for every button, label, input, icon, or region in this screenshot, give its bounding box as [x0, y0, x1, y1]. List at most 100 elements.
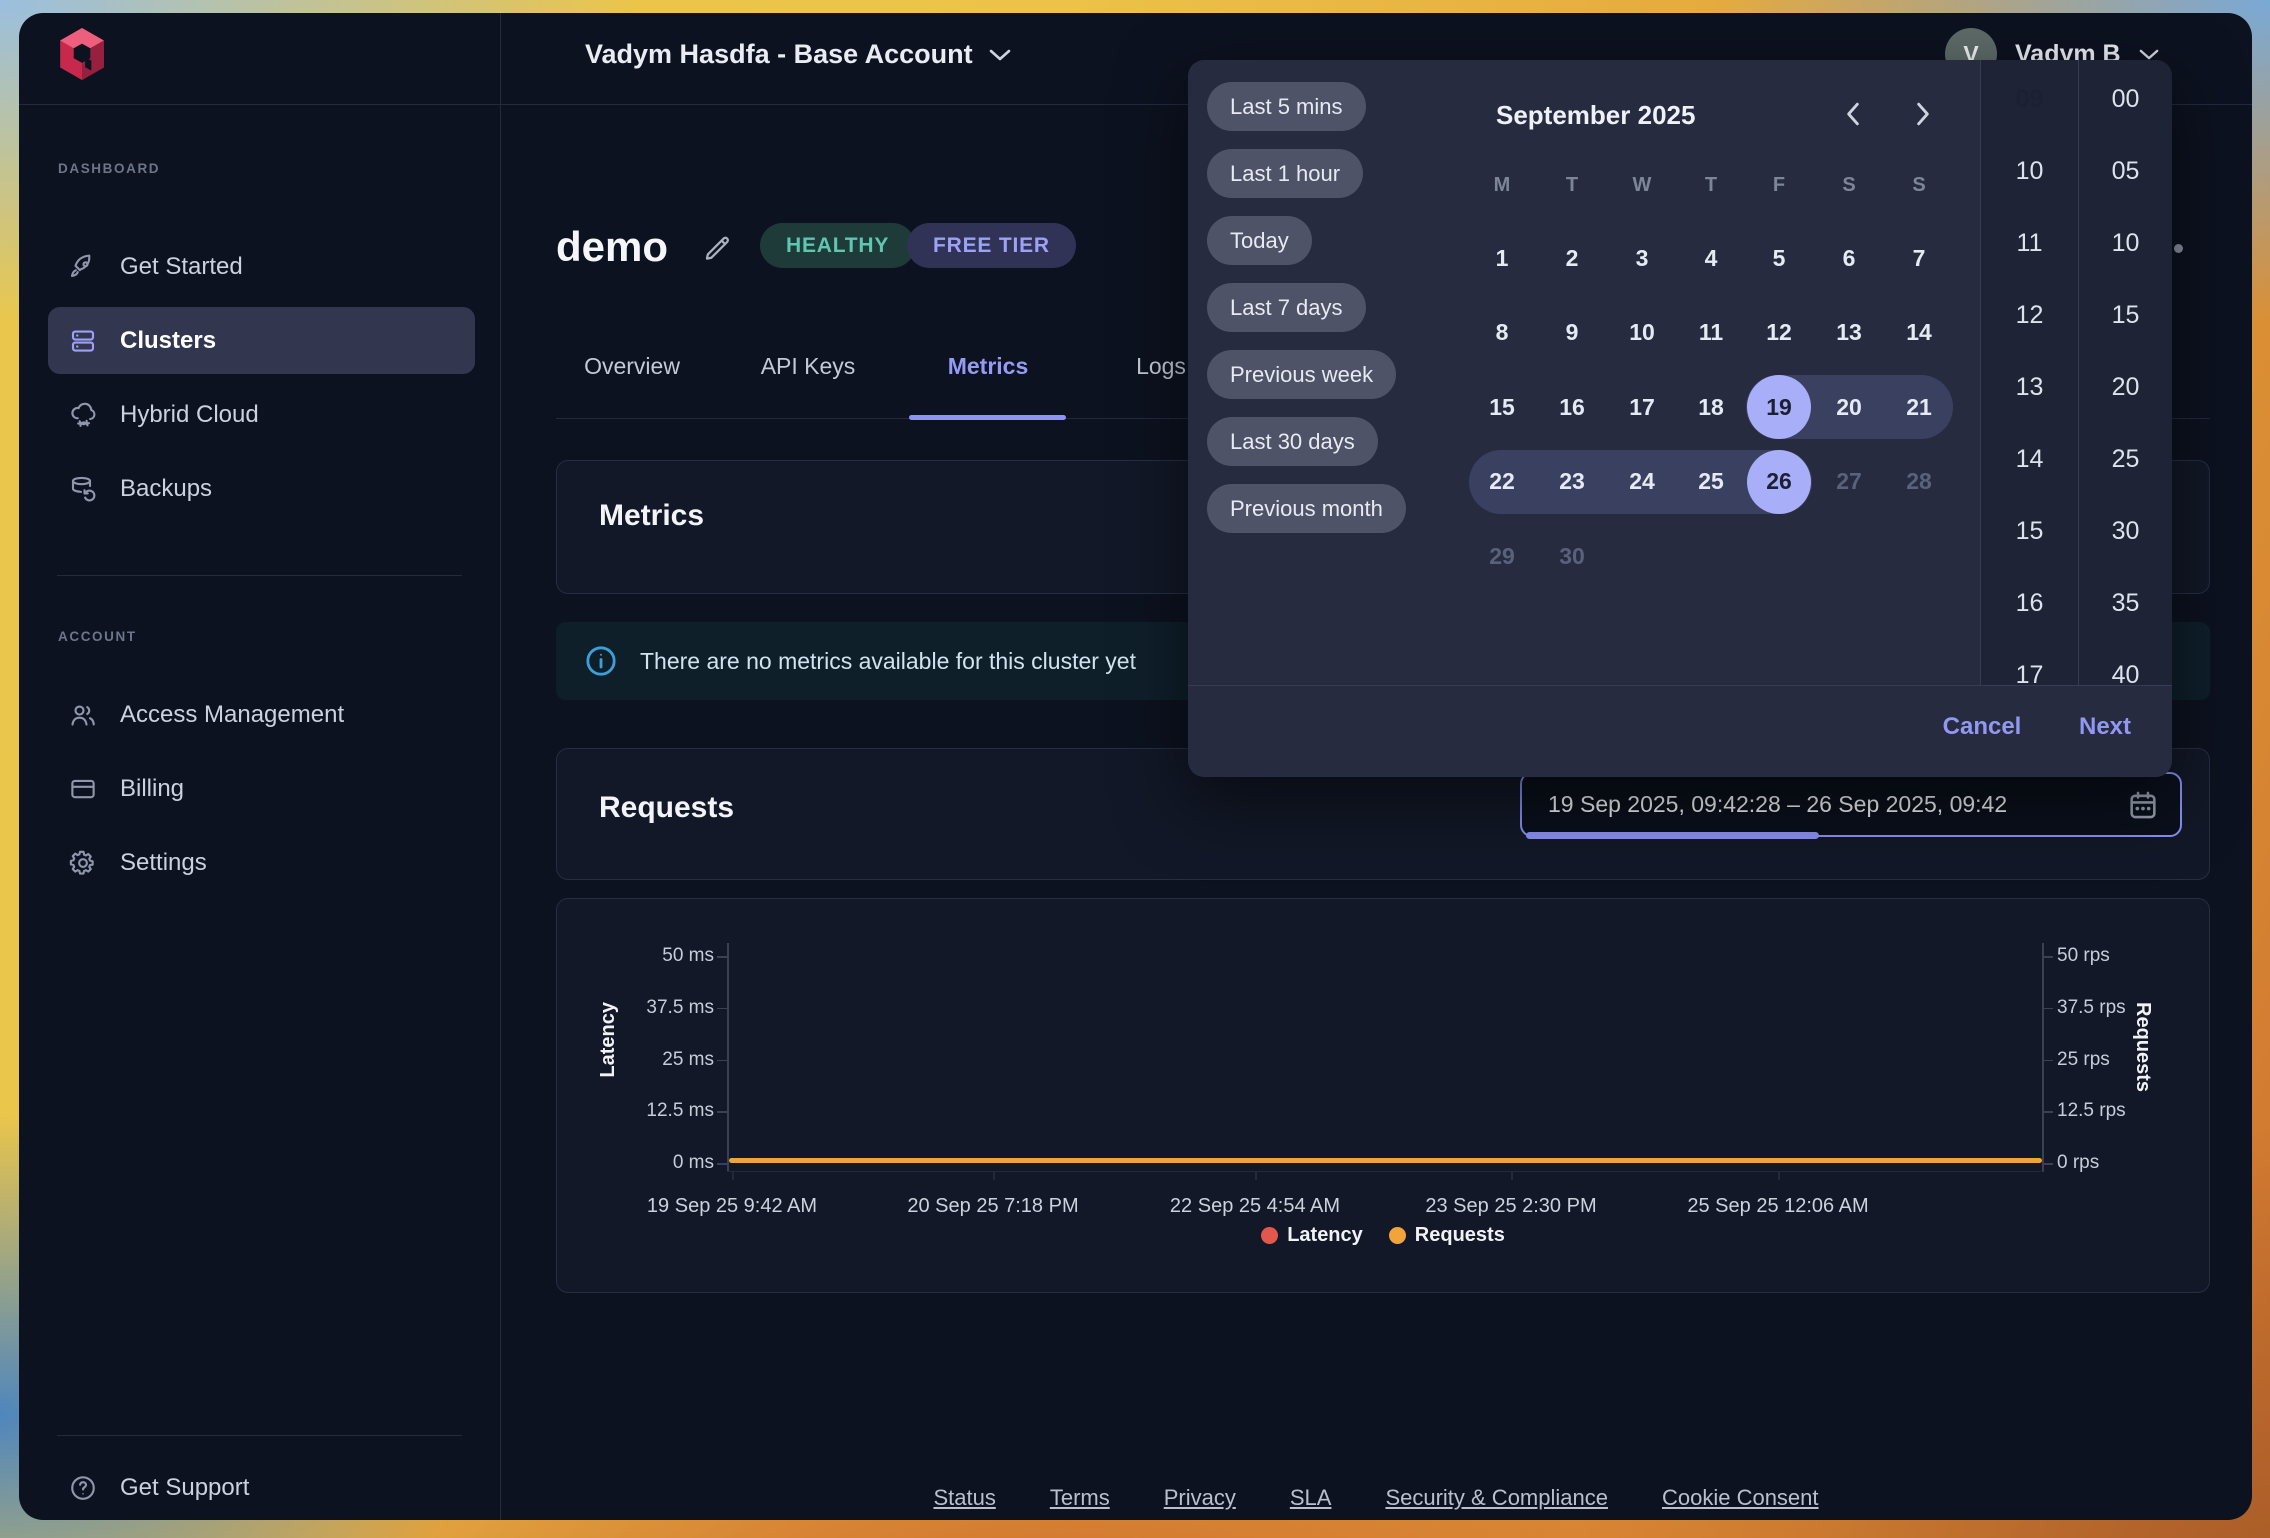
footer-link-privacy[interactable]: Privacy [1164, 1485, 1236, 1511]
minute-option-10[interactable]: 10 [2079, 207, 2172, 279]
quick-range-last-30-days[interactable]: Last 30 days [1207, 417, 1378, 466]
calendar-day-25[interactable]: 25 [1676, 445, 1746, 519]
cancel-button[interactable]: Cancel [1933, 707, 2032, 747]
x-axis-label: 22 Sep 25 4:54 AM [1170, 1195, 1340, 1218]
hour-option-14[interactable]: 14 [1981, 423, 2078, 495]
right-axis-tick: 0 rps [2057, 1152, 2099, 1174]
minute-option-00[interactable]: 00 [2079, 63, 2172, 135]
sidebar-item-get-started[interactable]: Get Started [48, 233, 475, 300]
hour-option-12[interactable]: 12 [1981, 279, 2078, 351]
sidebar-item-get-support[interactable]: Get Support [48, 1454, 475, 1520]
calendar-day-8[interactable]: 8 [1467, 296, 1537, 370]
quick-range-today[interactable]: Today [1207, 216, 1312, 265]
sidebar-item-billing[interactable]: Billing [48, 755, 475, 822]
tab-logs[interactable]: Logs [1136, 353, 1186, 380]
qdrant-logo-icon[interactable] [57, 27, 107, 81]
minute-option-15[interactable]: 15 [2079, 279, 2172, 351]
calendar-day-4[interactable]: 4 [1676, 221, 1746, 295]
quick-range-previous-week[interactable]: Previous week [1207, 350, 1396, 399]
calendar-day-14[interactable]: 14 [1884, 296, 1954, 370]
account-switcher[interactable]: Vadym Hasdfa - Base Account [585, 39, 1011, 70]
calendar-day-24[interactable]: 24 [1607, 445, 1677, 519]
sidebar-item-backups[interactable]: Backups [48, 455, 475, 522]
minute-picker-column[interactable]: 000510152025303540 [2078, 60, 2172, 685]
quick-range-last-1-hour[interactable]: Last 1 hour [1207, 149, 1363, 198]
chevron-down-icon [989, 48, 1011, 62]
calendar-day-19[interactable]: 19 [1744, 370, 1814, 444]
hour-option-17[interactable]: 17 [1981, 639, 2078, 685]
minute-option-05[interactable]: 05 [2079, 135, 2172, 207]
calendar-day-18[interactable]: 18 [1676, 370, 1746, 444]
overflow-menu-dot [2174, 244, 2183, 253]
minute-option-35[interactable]: 35 [2079, 567, 2172, 639]
calendar-day-9[interactable]: 9 [1537, 296, 1607, 370]
legend-label: Requests [1415, 1224, 1505, 1247]
calendar-day-6[interactable]: 6 [1814, 221, 1884, 295]
tab-api-keys[interactable]: API Keys [761, 353, 856, 380]
footer-link-status[interactable]: Status [933, 1485, 995, 1511]
calendar-day-26[interactable]: 26 [1744, 445, 1814, 519]
sidebar-item-hybrid-cloud[interactable]: Hybrid Cloud [48, 381, 475, 448]
calendar-day-12[interactable]: 12 [1744, 296, 1814, 370]
calendar-day-5[interactable]: 5 [1744, 221, 1814, 295]
sidebar-item-label: Get Support [120, 1474, 249, 1502]
calendar-day-17[interactable]: 17 [1607, 370, 1677, 444]
minute-option-20[interactable]: 20 [2079, 351, 2172, 423]
sidebar-item-settings[interactable]: Settings [48, 829, 475, 896]
calendar-day-13[interactable]: 13 [1814, 296, 1884, 370]
minute-option-40[interactable]: 40 [2079, 639, 2172, 685]
hour-option-16[interactable]: 16 [1981, 567, 2078, 639]
calendar-day-15[interactable]: 15 [1467, 370, 1537, 444]
quick-range-last-5-mins[interactable]: Last 5 mins [1207, 82, 1366, 131]
sidebar-section-divider [57, 575, 462, 576]
day-header: F [1773, 174, 1785, 197]
footer-link-sla[interactable]: SLA [1290, 1485, 1332, 1511]
next-button[interactable]: Next [2069, 707, 2141, 747]
minute-option-30[interactable]: 30 [2079, 495, 2172, 567]
hour-option-13[interactable]: 13 [1981, 351, 2078, 423]
chevron-left-icon[interactable] [1837, 98, 1869, 130]
sidebar-item-clusters[interactable]: Clusters [48, 307, 475, 374]
no-metrics-message: There are no metrics available for this … [640, 648, 1136, 675]
quick-range-last-7-days[interactable]: Last 7 days [1207, 283, 1366, 332]
sidebar-support-divider [57, 1435, 462, 1436]
tab-overview[interactable]: Overview [584, 353, 680, 380]
backups-icon [68, 474, 98, 504]
tier-badge: FREE TIER [907, 223, 1076, 268]
hour-option-11[interactable]: 11 [1981, 207, 2078, 279]
edit-pencil-icon[interactable] [701, 232, 733, 264]
calendar-day-21[interactable]: 21 [1884, 370, 1954, 444]
quick-range-previous-month[interactable]: Previous month [1207, 484, 1406, 533]
hour-picker-column[interactable]: 091011121314151617 [1981, 60, 2078, 685]
focused-segment-indicator [1526, 832, 1819, 839]
calendar-day-16[interactable]: 16 [1537, 370, 1607, 444]
footer-link-cookie-consent[interactable]: Cookie Consent [1662, 1485, 1819, 1511]
calendar-day-23[interactable]: 23 [1537, 445, 1607, 519]
calendar-day-11[interactable]: 11 [1676, 296, 1746, 370]
sidebar-item-label: Access Management [120, 701, 344, 729]
calendar-day-10[interactable]: 10 [1607, 296, 1677, 370]
day-header: M [1494, 174, 1511, 197]
chevron-right-icon[interactable] [1907, 98, 1939, 130]
footer-link-terms[interactable]: Terms [1050, 1485, 1110, 1511]
calendar-day-3[interactable]: 3 [1607, 221, 1677, 295]
sidebar-item-label: Billing [120, 775, 184, 803]
calendar-day-22[interactable]: 22 [1467, 445, 1537, 519]
minute-option-25[interactable]: 25 [2079, 423, 2172, 495]
tab-metrics[interactable]: Metrics [948, 353, 1029, 380]
footer-links: Status Terms Privacy SLA Security & Complian… [500, 1485, 2252, 1511]
x-axis-label: 23 Sep 25 2:30 PM [1425, 1195, 1596, 1218]
active-tab-underline [909, 415, 1066, 420]
sidebar-item-access-management[interactable]: Access Management [48, 681, 475, 748]
calendar-day-7[interactable]: 7 [1884, 221, 1954, 295]
hour-option-09[interactable]: 09 [1981, 63, 2078, 135]
calendar-day-2[interactable]: 2 [1537, 221, 1607, 295]
requests-chart: Latency Requests 50 ms37.5 ms25 ms12.5 m… [556, 898, 2210, 1293]
date-range-input[interactable]: 19 Sep 2025, 09:42:28 – 26 Sep 2025, 09:… [1520, 772, 2182, 837]
calendar-day-30: 30 [1537, 519, 1607, 593]
hour-option-15[interactable]: 15 [1981, 495, 2078, 567]
calendar-day-1[interactable]: 1 [1467, 221, 1537, 295]
footer-link-security-compliance[interactable]: Security & Compliance [1385, 1485, 1608, 1511]
hour-option-10[interactable]: 10 [1981, 135, 2078, 207]
calendar-day-20[interactable]: 20 [1814, 370, 1884, 444]
